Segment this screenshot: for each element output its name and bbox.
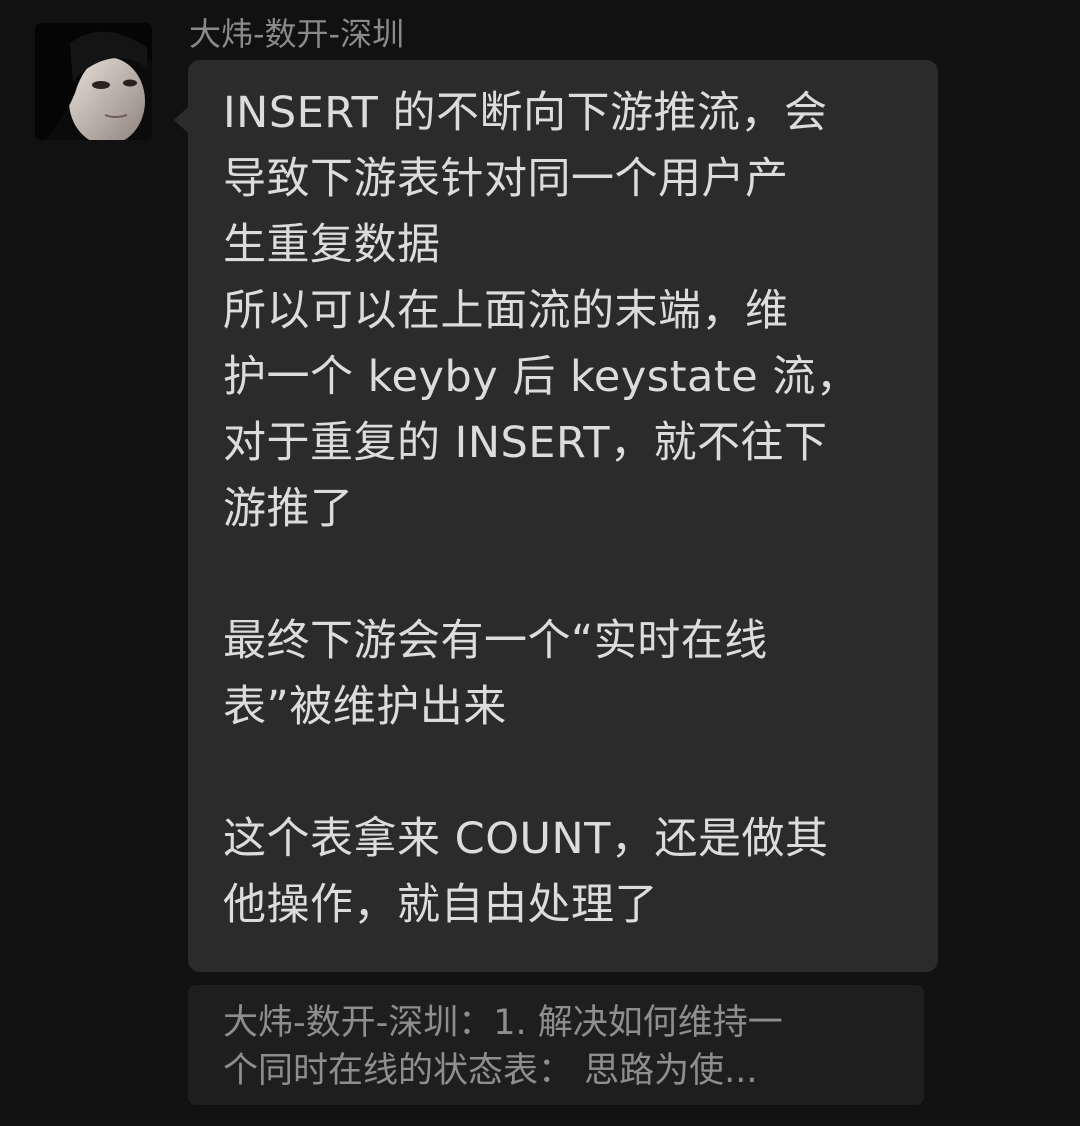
message-line: 表”被维护出来 bbox=[223, 682, 507, 732]
avatar-image bbox=[35, 23, 152, 140]
message-line: 对于重复的 INSERT，就不往下 bbox=[223, 418, 828, 468]
message-bubble[interactable]: INSERT 的不断向下游推流，会 导致下游表针对同一个用户产 生重复数据 所以… bbox=[188, 60, 938, 972]
message-line: 所以可以在上面流的末端，维 bbox=[223, 286, 789, 336]
quote-line: 大炜-数开-深圳：1. 解决如何维持一 bbox=[223, 1003, 783, 1043]
message-line: 最终下游会有一个“实时在线 bbox=[223, 616, 768, 666]
message-line: 导致下游表针对同一个用户产 bbox=[223, 154, 789, 204]
message-line: INSERT 的不断向下游推流，会 bbox=[223, 88, 828, 138]
quoted-message[interactable]: 大炜-数开-深圳：1. 解决如何维持一 个同时在线的状态表： 思路为使... bbox=[188, 985, 924, 1105]
bubble-tail bbox=[174, 106, 189, 134]
quote-line: 个同时在线的状态表： 思路为使... bbox=[223, 1051, 758, 1091]
avatar[interactable] bbox=[35, 23, 152, 140]
message-line: 他操作，就自由处理了 bbox=[223, 880, 658, 930]
message-line: 生重复数据 bbox=[223, 220, 441, 270]
message-line: 这个表拿来 COUNT，还是做其 bbox=[223, 814, 829, 864]
message-line: 护一个 keyby 后 keystate 流， bbox=[223, 352, 860, 402]
message-line: 游推了 bbox=[223, 484, 354, 534]
sender-name: 大炜-数开-深圳 bbox=[189, 15, 405, 53]
